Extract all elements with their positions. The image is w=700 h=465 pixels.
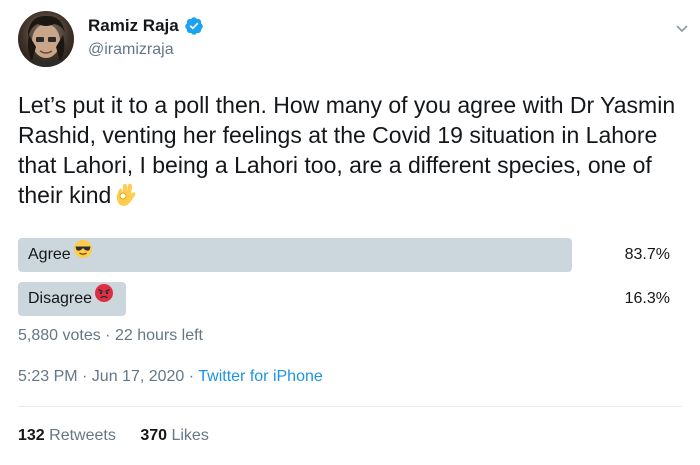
retweets-count: 132	[18, 427, 45, 444]
tweet-timestamp-line: 5:23 PM · Jun 17, 2020 · Twitter for iPh…	[18, 368, 323, 386]
divider	[18, 406, 682, 407]
likes-count: 370	[140, 427, 168, 444]
retweets-label: Retweets	[49, 427, 116, 444]
likes-stat[interactable]: 370 Likes	[140, 427, 209, 445]
tweet-timestamp[interactable]: 5:23 PM · Jun 17, 2020 ·	[18, 368, 198, 385]
poll-percent-disagree: 16.3%	[624, 290, 670, 307]
poll-percent-agree: 83.7%	[624, 246, 670, 263]
poll-option-text: Disagree	[28, 290, 93, 307]
likes-label: Likes	[171, 427, 209, 444]
angry-face-icon	[94, 282, 114, 316]
sunglasses-face-icon	[73, 238, 93, 272]
tweet-stats: 132 Retweets 370 Likes	[18, 427, 229, 445]
display-name[interactable]: Ramiz Raja	[88, 16, 204, 36]
chevron-down-icon[interactable]	[674, 20, 690, 36]
display-name-text[interactable]: Ramiz Raja	[88, 16, 179, 36]
avatar[interactable]	[18, 11, 74, 67]
poll-bar-agree	[18, 238, 572, 272]
tweet-source-link[interactable]: Twitter for iPhone	[198, 368, 323, 385]
poll-option-label: Disagree	[28, 282, 114, 316]
tweet-text: Let’s put it to a poll then. How many of…	[18, 90, 688, 214]
poll-option-label: Agree	[28, 238, 93, 272]
poll-option-text: Agree	[28, 246, 71, 263]
retweets-stat[interactable]: 132 Retweets	[18, 427, 116, 445]
poll-meta: 5,880 votes · 22 hours left	[18, 327, 203, 344]
verified-badge-icon	[184, 16, 204, 36]
poll-option-agree[interactable]: Agree	[18, 238, 600, 272]
poll-option-disagree[interactable]: Disagree	[18, 282, 600, 316]
user-handle[interactable]: @iramizraja	[88, 41, 174, 59]
ok-hand-emoji-icon	[114, 181, 138, 214]
